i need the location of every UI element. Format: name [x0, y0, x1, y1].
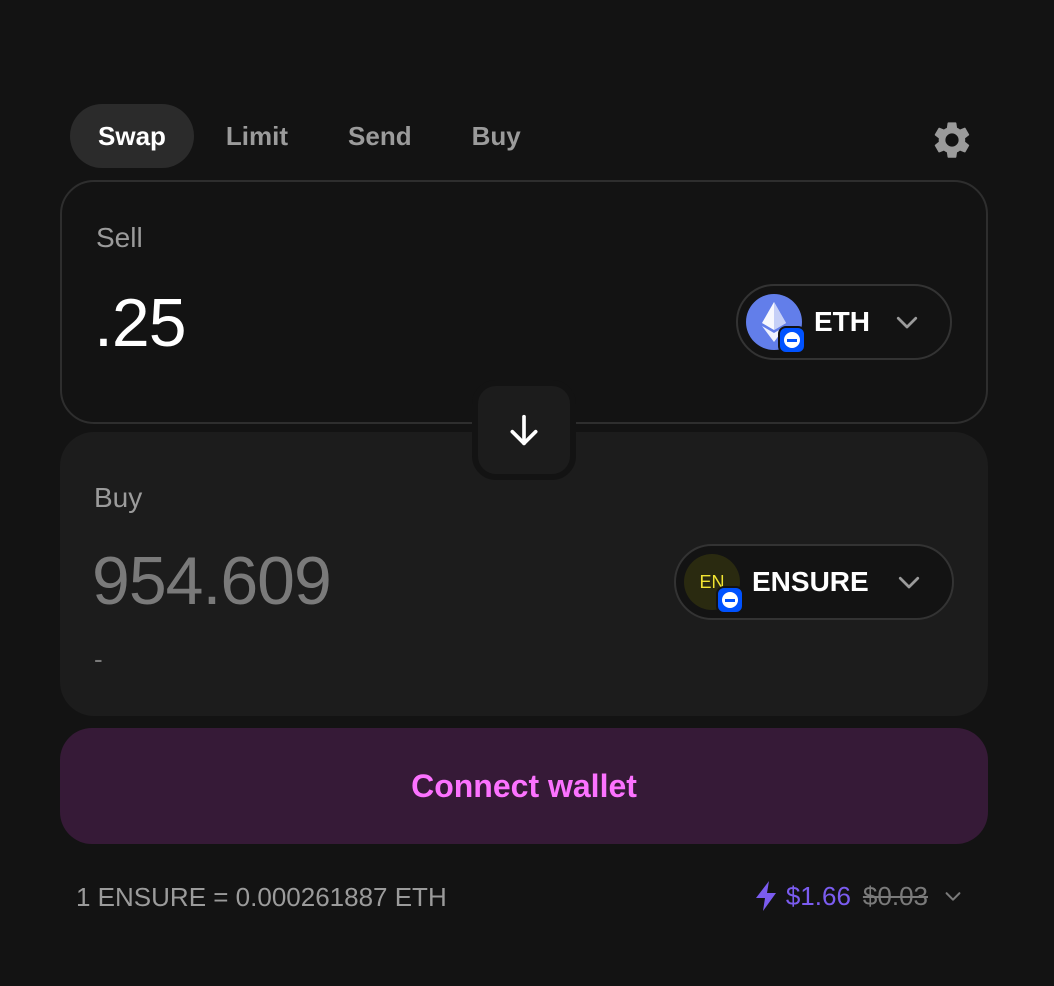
sell-token-symbol: ETH [814, 306, 870, 337]
sell-amount-input[interactable]: .25 [94, 284, 187, 362]
base-chain-badge-icon [778, 326, 806, 354]
swap-direction-button[interactable] [472, 380, 576, 480]
fee-previous: $0.03 [862, 880, 928, 911]
chevron-down-icon [898, 576, 920, 589]
sell-label: Sell [96, 222, 143, 253]
gear-icon[interactable] [930, 118, 974, 162]
tab-swap[interactable]: Swap [70, 104, 194, 168]
chevron-down-icon [945, 892, 961, 901]
sell-token-selector[interactable]: ETH [736, 284, 952, 360]
buy-usd-value: - [94, 644, 103, 674]
fee-current: $1.66 [785, 880, 851, 911]
eth-token-logo [746, 294, 806, 354]
tab-send[interactable]: Send [320, 104, 440, 168]
buy-label: Buy [94, 482, 143, 513]
tab-limit[interactable]: Limit [198, 104, 316, 168]
tab-bar: Swap Limit Send Buy [70, 104, 549, 168]
swap-widget: Swap Limit Send Buy Sell .25 ETH Buy 954… [0, 0, 1054, 986]
arrow-down-icon [510, 414, 538, 446]
base-chain-badge-icon [716, 586, 744, 614]
buy-amount-output[interactable]: 954.609 [92, 542, 332, 620]
tab-buy[interactable]: Buy [444, 104, 549, 168]
fee-summary[interactable]: $1.66 $0.03 [754, 880, 964, 912]
ensure-token-logo: EN [684, 554, 744, 614]
chevron-down-icon [896, 316, 918, 329]
connect-wallet-button[interactable]: Connect wallet [60, 728, 988, 844]
buy-token-selector[interactable]: EN ENSURE [674, 544, 954, 620]
exchange-rate[interactable]: 1 ENSURE = 0.000261887 ETH [76, 882, 447, 913]
lightning-bolt-icon [755, 881, 776, 911]
buy-token-symbol: ENSURE [752, 566, 869, 597]
